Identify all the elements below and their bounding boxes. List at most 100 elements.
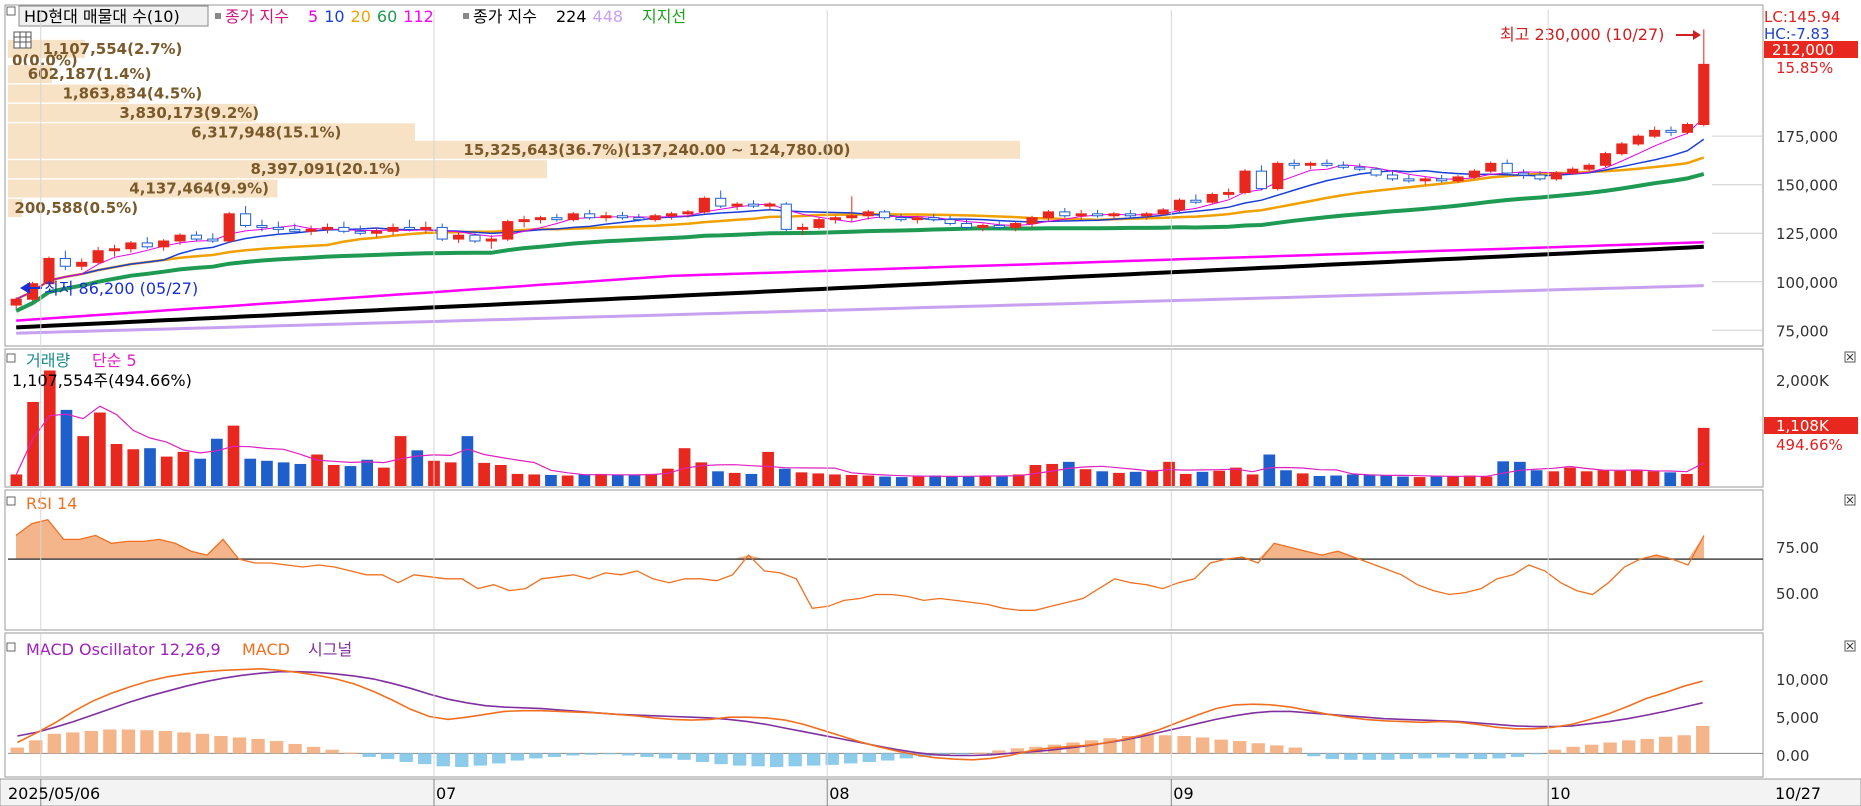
candle-body[interactable] [846,215,858,219]
candle-body[interactable] [944,219,956,225]
legend-square-icon[interactable] [6,6,16,16]
candle-body[interactable] [698,197,710,213]
candle-body[interactable] [1321,162,1333,166]
candle-body[interactable] [338,226,350,232]
candle-body[interactable] [1599,153,1612,166]
candle-body[interactable] [1534,174,1546,180]
candle-body[interactable] [518,219,530,223]
candle-body[interactable] [92,250,104,263]
candle-body[interactable] [1698,63,1710,126]
candle-body[interactable] [1632,135,1644,145]
legend-square-icon[interactable] [6,353,16,363]
candle-body[interactable] [715,197,727,207]
candle-body[interactable] [977,224,989,228]
stock-chart[interactable]: 1,107,554(2.7%)0(0.0%)602,187(1.4%)1,863… [0,0,1861,806]
candle-body[interactable] [1452,176,1464,182]
candle-body[interactable] [1272,162,1284,190]
candle-body[interactable] [649,215,661,221]
candle-body[interactable] [1616,143,1628,155]
candle-body[interactable] [1436,178,1448,182]
candle-body[interactable] [1649,129,1661,137]
candle-body[interactable] [878,211,891,219]
candle-body[interactable] [485,238,497,242]
candle-body[interactable] [895,217,907,221]
candle-body[interactable] [1485,162,1497,172]
candle-body[interactable] [1010,223,1022,228]
candle-body[interactable] [125,242,137,250]
candle-body[interactable] [600,215,612,219]
candle-body[interactable] [1567,168,1579,174]
candle-body[interactable] [960,223,973,228]
candle-body[interactable] [682,211,694,215]
candle-body[interactable] [190,234,203,240]
candle-body[interactable] [1124,213,1136,217]
candle-body[interactable] [633,217,645,221]
grid-toggle-icon[interactable] [13,31,32,49]
candle-body[interactable] [993,224,1005,228]
candle-body[interactable] [1288,162,1300,166]
candle-body[interactable] [1239,170,1251,193]
candle-body[interactable] [1583,164,1595,170]
candle-body[interactable] [256,224,268,228]
candle-body[interactable] [1304,162,1317,166]
candle-body[interactable] [665,213,678,217]
candle-body[interactable] [1190,199,1202,203]
candle-body[interactable] [813,219,825,228]
candle-body[interactable] [1354,166,1366,170]
candle-body[interactable] [305,228,317,232]
candle-body[interactable] [928,217,940,221]
legend-square-icon[interactable] [6,496,16,506]
candle-body[interactable] [911,217,923,221]
candle-body[interactable] [780,203,792,230]
candle-body[interactable] [321,226,334,230]
candle-body[interactable] [1026,217,1038,225]
candle-body[interactable] [158,240,170,248]
candle-body[interactable] [272,226,284,230]
close-panel-icon[interactable] [1844,494,1856,506]
candle-body[interactable] [1419,178,1431,182]
close-panel-icon[interactable] [1844,640,1856,652]
candle-body[interactable] [862,211,874,217]
candle-body[interactable] [1173,199,1186,211]
x-axis[interactable]: 2025/05/06 07 08 09 10 10/27 [0,778,1861,806]
candle-body[interactable] [584,213,596,219]
legend-square-icon[interactable] [6,642,16,652]
candle-body[interactable] [551,217,563,221]
candle-body[interactable] [10,298,22,306]
candle-body[interactable] [436,226,448,240]
candle-body[interactable] [59,257,71,267]
candle-body[interactable] [1223,191,1235,195]
candle-body[interactable] [239,213,252,226]
volume-panel[interactable]: 거래량 단순 5 1,107,554주(494.66%) 2,000K 1,10… [4,348,1858,488]
candle-body[interactable] [567,213,579,221]
candle-body[interactable] [371,230,383,234]
candle-body[interactable] [534,217,547,221]
candle-body[interactable] [1091,213,1104,217]
candle-body[interactable] [141,242,153,248]
candle-body[interactable] [1468,170,1481,178]
candle-body[interactable] [403,226,416,230]
price-panel[interactable]: 1,107,554(2.7%)0(0.0%)602,187(1.4%)1,863… [4,4,1858,347]
candle-body[interactable] [174,234,186,242]
close-panel-icon[interactable] [1844,351,1856,363]
candle-body[interactable] [1059,211,1071,217]
candle-body[interactable] [469,234,481,242]
candle-body[interactable] [452,234,465,240]
candle-body[interactable] [289,228,301,232]
rsi-panel[interactable]: RSI 14 75.00 50.00 [4,489,1856,631]
candle-body[interactable] [731,203,743,207]
candle-body[interactable] [1370,168,1382,176]
candle-body[interactable] [764,203,776,207]
candle-body[interactable] [1403,178,1415,182]
macd-panel[interactable]: MACD Oscillator 12,26,9 MACD 시그널 10,000 … [4,632,1856,778]
candle-body[interactable] [1108,213,1120,217]
candle-body[interactable] [1206,193,1218,203]
candle-body[interactable] [1501,162,1513,174]
candle-body[interactable] [1337,164,1349,168]
candle-body[interactable] [616,215,629,219]
candle-body[interactable] [420,226,432,230]
candle-body[interactable] [207,238,219,242]
candle-body[interactable] [1681,124,1694,133]
candle-body[interactable] [76,261,88,267]
candle-body[interactable] [747,203,760,207]
